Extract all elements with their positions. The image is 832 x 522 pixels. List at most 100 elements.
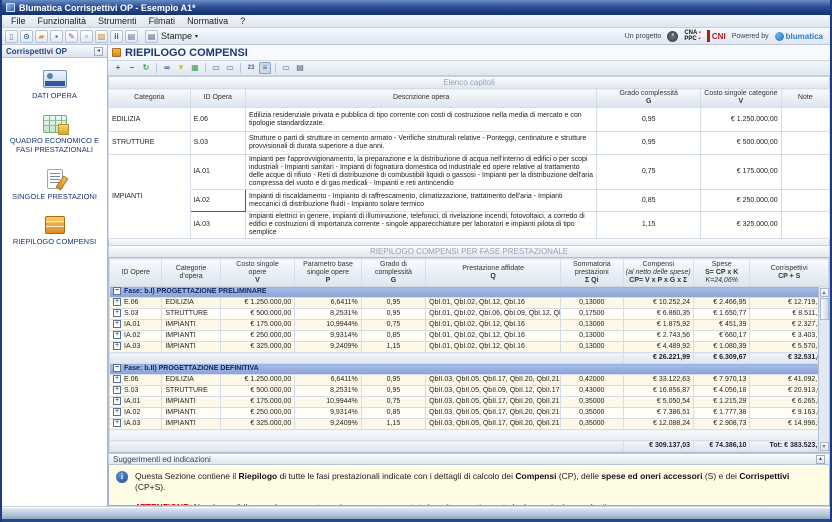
spese-cell: € 7.970,13	[694, 375, 750, 386]
collapse-group-icon[interactable]: −	[113, 364, 121, 372]
menu-item-funzionalit[interactable]: Funzionalità	[32, 16, 93, 26]
note-cell	[781, 108, 829, 132]
id-opera-cell[interactable]: E.06	[190, 108, 245, 132]
edit-icon[interactable]: ✎	[65, 30, 78, 43]
expand-row-icon[interactable]: +	[113, 375, 121, 383]
fase-data-row[interactable]: +S.03STRUTTURE€ 500.000,008,2531%0,95QbI…	[110, 386, 829, 397]
fase-data-row[interactable]: +IA.01IMPIANTI€ 175.000,0010,9944%0,75Qb…	[110, 397, 829, 408]
costo-cell: € 250.000,00	[220, 408, 295, 419]
column-header[interactable]: ID Opera	[190, 89, 245, 108]
menu-item-?[interactable]: ?	[234, 16, 251, 26]
capitoli-row[interactable]: EDILIZIAE.06Edilizia residenziale privat…	[109, 108, 830, 132]
id-opera-cell[interactable]: IA.01	[190, 155, 245, 190]
export-icon[interactable]: ▫	[80, 30, 93, 43]
categoria-cell: IMPIANTI	[162, 397, 220, 408]
column-header[interactable]: ID Opere	[110, 259, 162, 287]
archive-icon[interactable]: ▨	[95, 30, 108, 43]
expand-row-icon[interactable]: +	[113, 309, 121, 317]
scroll-down-icon[interactable]: ▾	[820, 442, 829, 451]
fase-data-row[interactable]: +IA.03IMPIANTI€ 325.000,009,2409%1,15QbI…	[110, 419, 829, 430]
menu-item-file[interactable]: File	[5, 16, 32, 26]
compensi-cell: € 33.122,63	[623, 375, 693, 386]
expand-row-icon[interactable]: +	[113, 408, 121, 416]
header-line: V	[255, 277, 260, 284]
column-header[interactable]: Categoria	[109, 89, 191, 108]
column-header[interactable]: Descrizione opera	[245, 89, 596, 108]
menu-item-normativa[interactable]: Normativa	[181, 16, 234, 26]
sidebar-item-dati-opera[interactable]: DATI OPERA	[2, 70, 107, 100]
capitoli-row[interactable]: STRUTTURES.03Strutture o parti di strutt…	[109, 132, 830, 155]
column-header[interactable]: Grado dicomplessitàG	[361, 259, 425, 287]
capitoli-row[interactable]: IMPIANTIIA.01Impianti per l'approvvigion…	[109, 155, 830, 190]
expand-all-icon[interactable]: +	[112, 62, 124, 74]
column-header[interactable]: Categoried'opera	[162, 259, 220, 287]
new-document-icon[interactable]: ▯	[5, 30, 18, 43]
sidebar-item-riepilogo-compensi[interactable]: RIEPILOGO COMPENSI	[2, 216, 107, 246]
capitoli-row[interactable]: IA.03Impianti elettrici in genere, impia…	[109, 212, 830, 239]
column-header[interactable]: Costo singoleopereV	[220, 259, 295, 287]
fase-group-row[interactable]: −Fase: b.II) PROGETTAZIONE DEFINITIVA	[110, 364, 829, 375]
suggerimenti-collapse-button[interactable]: ▴	[816, 455, 825, 464]
costo-cell: € 500.000,00	[220, 309, 295, 320]
sidebar-collapse-button[interactable]: ◂	[94, 47, 103, 56]
fase-data-row[interactable]: +E.06EDILIZIA€ 1.250.000,006,6411%0,95Qb…	[110, 375, 829, 386]
fase-group-row[interactable]: −Fase: b.I) PROGETTAZIONE PRELIMINARE	[110, 287, 829, 298]
column-header[interactable]: Compensi(al netto delle spese)CP= V x P …	[623, 259, 693, 287]
expand-row-icon[interactable]: +	[113, 419, 121, 427]
scroll-thumb[interactable]	[820, 298, 829, 320]
column-header[interactable]: Grado complessitàG	[597, 89, 701, 108]
row-view-icon[interactable]: ≡	[259, 62, 271, 74]
fase-data-row[interactable]: +IA.01IMPIANTI€ 175.000,0010,9944%0,75Qb…	[110, 320, 829, 331]
collapse-all-icon[interactable]: −	[126, 62, 138, 74]
report-icon[interactable]: ▤	[125, 30, 138, 43]
id-opera-cell[interactable]: IA.02	[190, 190, 245, 212]
fase-data-row[interactable]: +E.06EDILIZIA€ 1.250.000,006,6411%0,95Qb…	[110, 298, 829, 309]
sidebar-item-quadro-economico-e-fasi-prestazionali[interactable]: QUADRO ECONOMICO E FASI PRESTAZIONALI	[2, 115, 107, 154]
print-preview-icon[interactable]: ⊙	[20, 30, 33, 43]
grid-23-icon[interactable]: 23	[245, 62, 257, 74]
column-header[interactable]: CorrispettiviCP + S	[750, 259, 829, 287]
stampe-button[interactable]: ▤ Stampe ▾	[140, 29, 203, 44]
open-folder-icon[interactable]: ▰	[35, 30, 48, 43]
expand-row-icon[interactable]: +	[113, 397, 121, 405]
sidebar-item-singole-prestazioni[interactable]: SINGOLE PRESTAZIONI	[2, 169, 107, 201]
print-icon[interactable]: ▤	[294, 62, 306, 74]
column-header[interactable]: SpeseS= CP x KK=24,06%	[694, 259, 750, 287]
fase-data-row[interactable]: +IA.02IMPIANTI€ 250.000,009,9314%0,85QbI…	[110, 408, 829, 419]
menu-item-strumenti[interactable]: Strumenti	[92, 16, 143, 26]
find-icon[interactable]: ∞	[161, 62, 173, 74]
column-header[interactable]: Note	[781, 89, 829, 108]
expand-row-icon[interactable]: +	[113, 331, 121, 339]
column-header[interactable]: Prestazione affidateQ	[426, 259, 561, 287]
capitoli-row[interactable]: IA.02Impianti di riscaldamento - Impiant…	[109, 190, 830, 212]
detail-view-icon[interactable]: ▭	[280, 62, 292, 74]
fase-data-row[interactable]: +IA.02IMPIANTI€ 250.000,009,9314%0,85QbI…	[110, 331, 829, 342]
users-icon[interactable]: ii	[110, 30, 123, 43]
save-icon[interactable]: ▪	[50, 30, 63, 43]
expand-row-icon[interactable]: +	[113, 320, 121, 328]
filter-icon[interactable]: ▼	[175, 62, 187, 74]
fase-data-row[interactable]: +IA.03IMPIANTI€ 325.000,009,2409%1,15QbI…	[110, 342, 829, 353]
form-view-icon[interactable]: ▭	[224, 62, 236, 74]
column-header[interactable]: SommatoriaprestazioniΣ Qi	[561, 259, 623, 287]
expand-row-icon[interactable]: +	[113, 342, 121, 350]
id-opera-cell[interactable]: IA.03	[190, 212, 245, 239]
fase-data-row[interactable]: +S.03STRUTTURE€ 500.000,008,2531%0,95QbI…	[110, 309, 829, 320]
card-view-icon[interactable]: ▭	[210, 62, 222, 74]
refresh-icon[interactable]: ↻	[140, 62, 152, 74]
column-header[interactable]: Costo singole categorieV	[701, 89, 782, 108]
title-bar[interactable]: Blumatica Corrispettivi OP - Esempio A1*	[2, 0, 830, 15]
column-header[interactable]: Parametro basesingole opereP	[295, 259, 361, 287]
costo-cell: € 250.000,00	[220, 331, 295, 342]
prestazione-cell: QbII.03, QbII.05, QbII.17, QbII.20, QbII…	[426, 408, 561, 419]
prestazione-cell: QbII.03, QbII.05, QbII.17, QbII.20, QbII…	[426, 419, 561, 430]
expand-row-icon[interactable]: +	[113, 386, 121, 394]
expand-row-icon[interactable]: +	[113, 298, 121, 306]
menu-item-filmati[interactable]: Filmati	[143, 16, 182, 26]
scroll-up-icon[interactable]: ▴	[820, 288, 829, 297]
vertical-scrollbar[interactable]: ▴ ▾	[818, 287, 829, 452]
table-icon[interactable]: ▦	[189, 62, 201, 74]
collapse-group-icon[interactable]: −	[113, 287, 121, 295]
cni-bar-icon	[707, 30, 710, 42]
id-opera-cell[interactable]: S.03	[190, 132, 245, 155]
